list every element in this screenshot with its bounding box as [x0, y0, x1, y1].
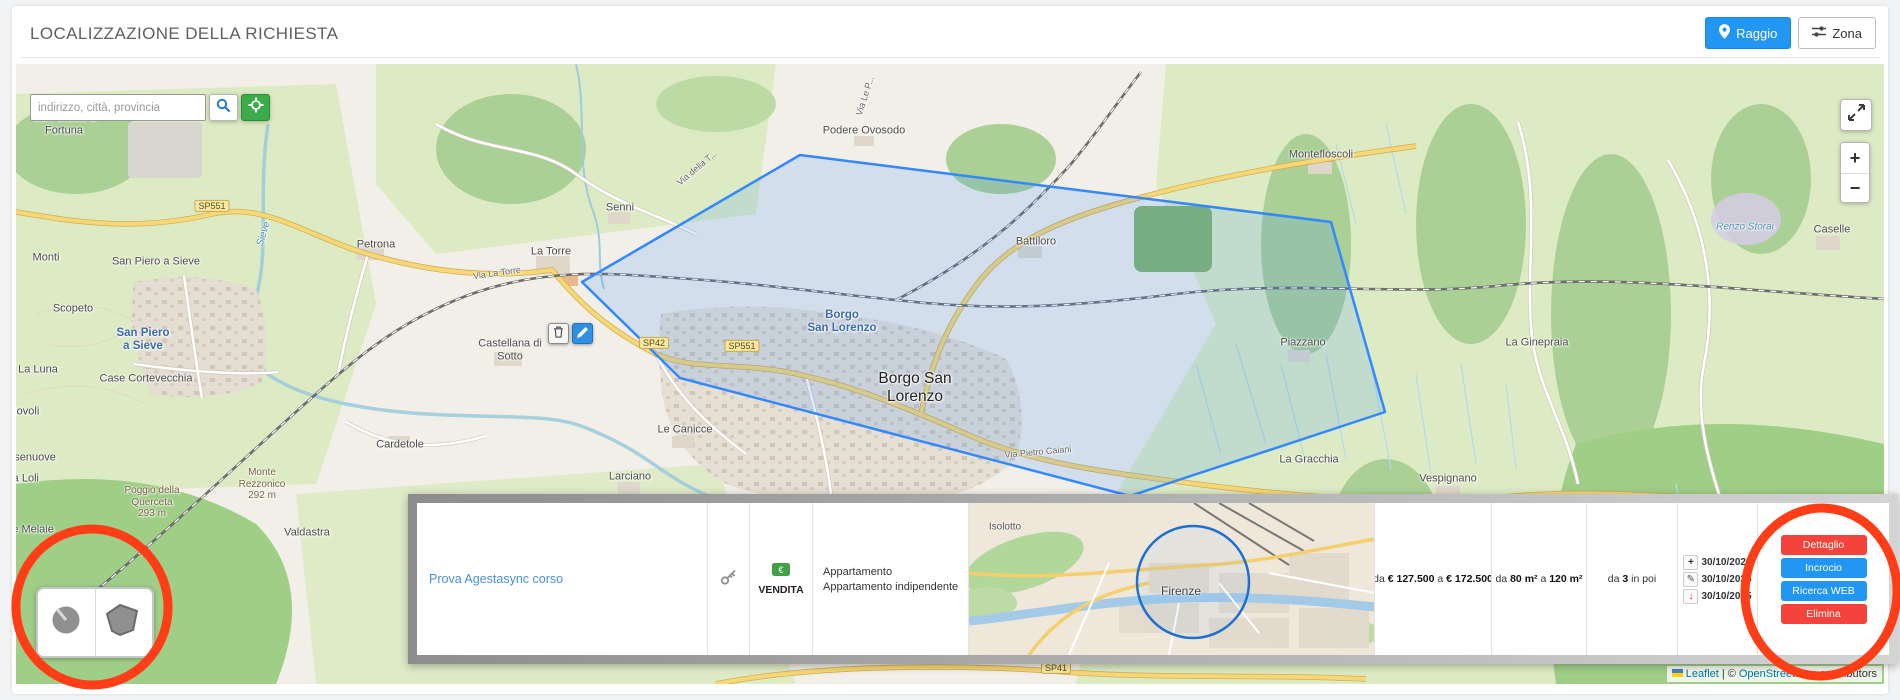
- zoom-control: + −: [1840, 142, 1870, 203]
- row-action-dettaglio[interactable]: Dettaglio: [1781, 535, 1867, 555]
- circle-icon: [48, 602, 84, 643]
- request-name-link[interactable]: Prova Agestasync corso: [429, 572, 563, 586]
- operation-icon: €: [772, 563, 790, 581]
- rooms-range: da 3 in poi: [1608, 573, 1656, 585]
- delete-polygon-button[interactable]: [548, 323, 569, 344]
- pencil-icon: [577, 325, 588, 343]
- operation-label: VENDITA: [758, 584, 803, 596]
- property-type-1: Appartamento: [823, 566, 892, 578]
- fullscreen-button[interactable]: [1840, 99, 1872, 131]
- date-row: +30/10/2025: [1683, 555, 1751, 570]
- zona-button[interactable]: Zona: [1798, 17, 1876, 49]
- flag-icon: [1672, 668, 1683, 680]
- edit-polygon-button[interactable]: [572, 323, 593, 344]
- crosshair-icon: [248, 97, 264, 118]
- osm-link[interactable]: OpenStreetMap: [1739, 668, 1817, 680]
- request-row: Prova Agestasync corso € VENDITA Apparta…: [417, 503, 1889, 655]
- address-search-input[interactable]: [30, 94, 206, 121]
- svg-text:€: €: [778, 565, 783, 575]
- pencil-icon[interactable]: ✎: [1683, 572, 1698, 587]
- panel-header: LOCALIZZAZIONE DELLA RICHIESTA Raggio Zo…: [20, 6, 1880, 58]
- price-range: da € 127.500 a € 172.500: [1375, 573, 1492, 585]
- raggio-label: Raggio: [1736, 26, 1777, 41]
- date-row: ↓30/10/2025: [1683, 589, 1751, 604]
- search-icon: [216, 98, 231, 118]
- geolocate-button[interactable]: [241, 94, 270, 121]
- polygon-edit-toolbar: [548, 323, 593, 344]
- plus-icon[interactable]: +: [1683, 555, 1698, 570]
- row-action-incrocio[interactable]: Incrocio: [1781, 558, 1867, 578]
- attribution-contributors: contributors: [1820, 668, 1877, 680]
- page-title: LOCALIZZAZIONE DELLA RICHIESTA: [30, 24, 338, 44]
- date-row: ✎30/10/2025: [1683, 572, 1751, 587]
- search-button[interactable]: [209, 94, 238, 121]
- property-type-2: Appartamento indipendente: [823, 581, 958, 593]
- polygon-icon: [105, 603, 143, 642]
- draw-tools-control: [36, 587, 154, 658]
- draw-polygon-tool[interactable]: [95, 589, 153, 656]
- filter-sliders-icon: [1812, 25, 1826, 41]
- arrow-down-icon[interactable]: ↓: [1683, 589, 1698, 604]
- surface-range: da 80 m² a 120 m²: [1495, 573, 1582, 585]
- leaflet-link[interactable]: Leaflet: [1686, 668, 1719, 680]
- row-action-elimina[interactable]: Elimina: [1781, 604, 1867, 624]
- date-value: 30/10/2025: [1701, 591, 1751, 602]
- date-value: 30/10/2025: [1701, 574, 1751, 585]
- date-value: 30/10/2025: [1701, 557, 1751, 568]
- map-attribution: Leaflet | © OpenStreetMap contributors: [1667, 666, 1882, 682]
- radius-circle: [1137, 526, 1249, 638]
- zoom-in-button[interactable]: +: [1841, 143, 1869, 173]
- raggio-button[interactable]: Raggio: [1705, 17, 1791, 49]
- row-action-ricerca-web[interactable]: Ricerca WEB: [1781, 581, 1867, 601]
- dates-cell: +30/10/2025✎30/10/2025↓30/10/2025: [1678, 503, 1758, 655]
- zoom-out-button[interactable]: −: [1841, 173, 1869, 203]
- attribution-separator: | ©: [1722, 668, 1736, 680]
- map-pin-icon: [1719, 24, 1730, 42]
- row-actions-cell: Dettaglio Incrocio Ricerca WEB Elimina: [1758, 503, 1889, 655]
- draw-radius-tool[interactable]: [38, 589, 95, 656]
- request-row-overlay: Prova Agestasync corso € VENDITA Apparta…: [408, 494, 1898, 664]
- minimap-terrain: [969, 503, 1375, 655]
- key-icon[interactable]: [719, 567, 739, 592]
- trash-icon: [553, 325, 564, 343]
- zona-label: Zona: [1832, 26, 1862, 41]
- expand-icon: [1848, 104, 1865, 126]
- request-minimap[interactable]: Isolotto Firenze: [969, 503, 1375, 655]
